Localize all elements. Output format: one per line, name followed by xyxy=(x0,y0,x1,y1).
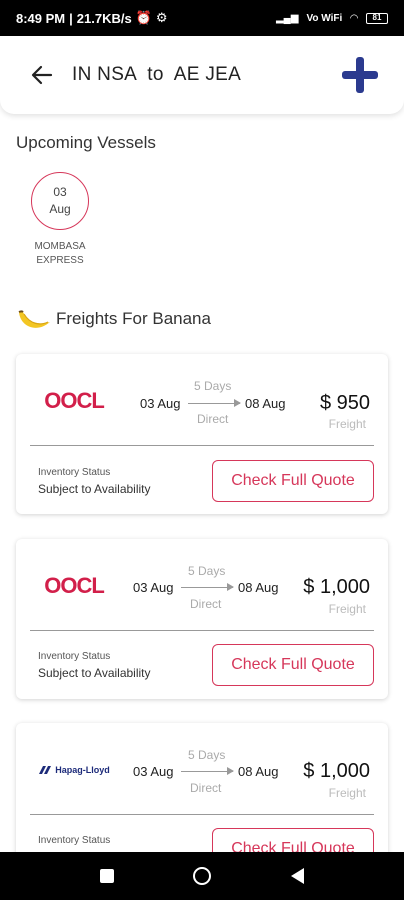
freight-price: $ 1,000 xyxy=(303,576,370,598)
carrier-logo: OOCL xyxy=(34,364,114,438)
arrow-right-icon xyxy=(188,399,241,407)
arrow-left-icon xyxy=(31,65,53,85)
wifi-icon: ◠ xyxy=(350,12,358,24)
transit-days: 5 Days xyxy=(194,379,232,393)
arrow-right-icon xyxy=(181,767,234,775)
freight-price: $ 950 xyxy=(319,392,370,414)
hapag-lloyd-logo: Hapag-Lloyd xyxy=(38,765,110,775)
check-full-quote-button[interactable]: Check Full Quote xyxy=(212,644,374,686)
card-divider xyxy=(30,630,374,631)
status-bar: 8:49 PM | 21.7KB/s ⏰ ⚙ ▂▄▆ Vo WiFi ◠ 81 xyxy=(0,0,404,36)
arrival-date: 08 Aug xyxy=(238,580,279,595)
transit-days: 5 Days xyxy=(188,748,226,762)
check-full-quote-button[interactable]: Check Full Quote xyxy=(212,460,374,502)
freight-card: OOCL 03 Aug 5 Days Direct 08 Aug $ 950 F… xyxy=(16,354,388,514)
freight-price-label: Freight xyxy=(328,602,366,616)
hapag-lloyd-mark-icon xyxy=(39,766,52,774)
plus-icon xyxy=(342,57,378,93)
freights-title: Freights For Banana xyxy=(16,304,211,334)
status-speed: 21.7KB/s xyxy=(76,10,132,26)
departure-date: 03 Aug xyxy=(133,580,174,595)
vessel-name: MOMBASA EXPRESS xyxy=(34,241,86,266)
inventory-status-value: Subject to Availability xyxy=(38,666,151,680)
departure-date: 03 Aug xyxy=(133,764,174,779)
arrow-right-icon xyxy=(181,583,234,591)
card-divider xyxy=(30,445,374,446)
oocl-logo: OOCL xyxy=(44,388,105,413)
departure-date: 03 Aug xyxy=(140,396,181,411)
routing-type: Direct xyxy=(190,597,222,611)
freight-card: OOCL 03 Aug 5 Days Direct 08 Aug $ 1,000… xyxy=(16,539,388,699)
vessel-date-badge: 03 Aug xyxy=(31,172,89,230)
carrier-logo: Hapag-Lloyd xyxy=(34,733,114,807)
route-title: IN NSA to AE JEA xyxy=(72,64,242,85)
vessel-month: Aug xyxy=(49,202,71,216)
inventory-status-label: Inventory Status xyxy=(38,835,111,846)
arrival-date: 08 Aug xyxy=(245,396,286,411)
network-label: Vo WiFi xyxy=(306,12,343,24)
back-button[interactable] xyxy=(28,61,56,89)
freight-price-label: Freight xyxy=(328,786,366,800)
system-nav-bar xyxy=(0,852,404,900)
inventory-status-label: Inventory Status xyxy=(38,651,111,662)
carrier-logo: OOCL xyxy=(34,549,114,623)
status-time: 8:49 PM xyxy=(16,10,66,26)
card-divider xyxy=(30,814,374,815)
vessel-item[interactable]: 03 Aug MOMBASA EXPRESS xyxy=(22,172,98,268)
freight-price: $ 1,000 xyxy=(303,760,370,782)
transit-days: 5 Days xyxy=(188,564,226,578)
routing-type: Direct xyxy=(197,412,229,426)
settings-icon: ⚙ xyxy=(155,10,168,25)
upcoming-vessels-title: Upcoming Vessels xyxy=(16,133,156,152)
app-header: IN NSA to AE JEA xyxy=(0,36,404,114)
freight-price-label: Freight xyxy=(328,417,366,431)
recent-apps-button[interactable] xyxy=(99,869,114,883)
system-back-button[interactable] xyxy=(291,868,305,884)
alarm-icon: ⏰ xyxy=(135,10,152,25)
oocl-logo: OOCL xyxy=(44,573,105,598)
home-button[interactable] xyxy=(193,867,212,885)
signal-icon: ▂▄▆ xyxy=(275,12,299,24)
banana-icon xyxy=(18,310,50,328)
add-button[interactable] xyxy=(340,55,380,95)
routing-type: Direct xyxy=(190,781,222,795)
inventory-status-label: Inventory Status xyxy=(38,467,111,478)
vessel-day: 03 xyxy=(53,185,67,199)
inventory-status-value: Subject to Availability xyxy=(38,482,151,496)
freights-title-text: Freights For Banana xyxy=(56,309,211,328)
arrival-date: 08 Aug xyxy=(238,764,279,779)
battery-icon: 81 xyxy=(366,12,388,24)
